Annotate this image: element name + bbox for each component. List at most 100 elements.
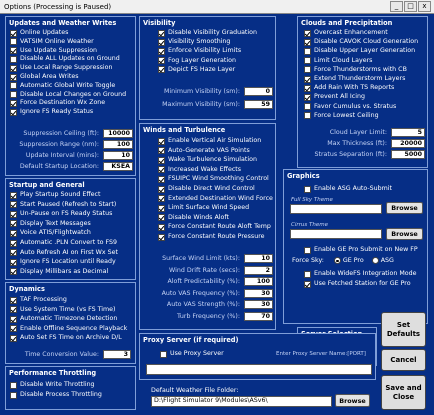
checkbox-box[interactable] — [304, 75, 311, 83]
use-system-time-vs-fs-time-checkbox[interactable]: Use System Time (vs FS Time) — [10, 306, 116, 314]
maximum-visibility-sm-input[interactable]: 59 — [244, 100, 273, 109]
voice-atis-flightwatch-checkbox[interactable]: Voice ATIS/Flightwatch — [10, 229, 91, 237]
enable-vertical-air-simulation-checkbox[interactable]: Enable Vertical Air Simulation — [158, 137, 261, 145]
un-pause-on-fs-ready-status-checkbox[interactable]: Un-Pause on FS Ready Status — [10, 210, 112, 218]
disable-write-throttling-checkbox[interactable]: Disable Write Throttling — [10, 381, 95, 389]
checkbox-box[interactable] — [158, 166, 165, 174]
checkbox-box[interactable] — [10, 55, 17, 63]
disable-direct-wind-control-checkbox[interactable]: Disable Direct Wind Control — [158, 185, 255, 193]
increased-wake-effects-checkbox[interactable]: Increased Wake Effects — [158, 166, 241, 174]
global-area-writes-checkbox[interactable]: Global Area Writes — [10, 73, 79, 81]
enable-offline-sequence-playback-checkbox[interactable]: Enable Offline Sequence Playback — [10, 325, 127, 333]
widefs-checkbox[interactable]: Enable WideFS Integration Mode — [304, 270, 417, 278]
suppression-ceiling-ft-input[interactable]: 10000 — [103, 129, 133, 138]
cirrus-theme-input[interactable] — [290, 229, 382, 239]
disable-all-updates-on-ground-checkbox[interactable]: Disable ALL Updates on Ground — [10, 55, 120, 63]
checkbox-box[interactable] — [10, 108, 17, 116]
checkbox-box[interactable] — [158, 195, 165, 203]
cancel-button[interactable]: Cancel — [381, 349, 426, 371]
cirrus-browse-button[interactable]: Browse — [386, 228, 423, 240]
limit-surface-wind-speed-checkbox[interactable]: Limit Surface Wind Speed — [158, 204, 249, 212]
wake-turbulence-simulation-checkbox[interactable]: Wake Turbulence Simulation — [158, 156, 257, 164]
asg-radio[interactable] — [371, 257, 379, 264]
turb-frequency-input[interactable]: 70 — [244, 312, 273, 321]
auto-generate-vas-points-checkbox[interactable]: Auto-Generate VAS Points — [158, 147, 250, 155]
checkbox-box[interactable] — [10, 210, 17, 218]
widefs-checkbox-box[interactable] — [304, 270, 311, 278]
visibility-smoothing-checkbox[interactable]: Visibility Smoothing — [158, 38, 230, 46]
favor-cumulus-vs-stratus-checkbox[interactable]: Favor Cumulus vs. Stratus — [304, 103, 396, 111]
checkbox-box[interactable] — [158, 29, 165, 37]
maximize-button[interactable]: □ — [404, 1, 417, 12]
enforce-visibility-limits-checkbox[interactable]: Enforce Visibility Limits — [158, 47, 241, 55]
use-local-range-suppression-checkbox[interactable]: Use Local Range Suppression — [10, 64, 113, 72]
checkbox-box[interactable] — [158, 47, 165, 55]
checkbox-box[interactable] — [10, 381, 17, 389]
checkbox-box[interactable] — [10, 268, 17, 276]
full-sky-theme-input[interactable] — [290, 204, 382, 214]
checkbox-box[interactable] — [158, 214, 165, 222]
extend-thunderstorm-layers-checkbox[interactable]: Extend Thunderstorm Layers — [304, 75, 405, 83]
force-constant-route-aloft-temp-checkbox[interactable]: Force Constant Route Aloft Temp — [158, 223, 271, 231]
checkbox-box[interactable] — [158, 38, 165, 46]
fetched-station-checkbox-box[interactable] — [304, 280, 311, 288]
extended-destination-wind-force-checkbox[interactable]: Extended Destination Wind Force — [158, 195, 273, 203]
checkbox-box[interactable] — [158, 66, 165, 74]
checkbox-box[interactable] — [10, 91, 17, 99]
ignore-fs-ready-status-checkbox[interactable]: Ignore FS Ready Status — [10, 108, 93, 116]
play-startup-sound-effect-checkbox[interactable]: Play Startup Sound Effect — [10, 191, 100, 199]
checkbox-box[interactable] — [10, 296, 17, 304]
weather-folder-input[interactable]: D:\Flight Simulator 9\Modules\ASv6\ — [151, 396, 332, 407]
checkbox-box[interactable] — [10, 99, 17, 107]
checkbox-box[interactable] — [158, 57, 165, 65]
asg-auto-submit-checkbox[interactable]: Enable ASG Auto-Submit — [304, 185, 392, 193]
ge-pro-checkbox-box[interactable] — [304, 246, 311, 254]
aloft-predictability-input[interactable]: 100 — [244, 277, 273, 287]
automatic-global-write-toggle-checkbox[interactable]: Automatic Global Write Toggle — [10, 82, 115, 90]
checkbox-box[interactable] — [304, 47, 311, 55]
minimum-visibility-sm-input[interactable]: 0 — [244, 87, 273, 96]
ignore-fs-location-until-ready-checkbox[interactable]: Ignore FS Location until Ready — [10, 258, 116, 266]
checkbox-box[interactable] — [10, 220, 17, 228]
prevent-all-icing-checkbox[interactable]: Prevent All Icing — [304, 93, 365, 101]
ge-pro-submit-checkbox[interactable]: Enable GE Pro Submit on New FP — [304, 246, 418, 254]
ge-pro-radio[interactable] — [333, 257, 341, 264]
close-button[interactable]: x — [418, 1, 431, 12]
checkbox-box[interactable] — [10, 239, 17, 247]
force-constant-route-pressure-checkbox[interactable]: Force Constant Route Pressure — [158, 233, 265, 241]
checkbox-box[interactable] — [304, 84, 311, 92]
wind-drift-rate-secs-input[interactable]: 2 — [244, 265, 273, 275]
disable-upper-layer-generation-checkbox[interactable]: Disable Upper Layer Generation — [304, 47, 415, 55]
checkbox-box[interactable] — [10, 64, 17, 72]
checkbox-box[interactable] — [10, 334, 17, 342]
checkbox-box[interactable] — [304, 93, 311, 101]
automatic-pln-convert-to-fs9-checkbox[interactable]: Automatic .PLN Convert to FS9 — [10, 239, 117, 247]
checkbox-box[interactable] — [304, 103, 311, 111]
checkbox-box[interactable] — [10, 29, 17, 37]
checkbox-box[interactable] — [10, 325, 17, 333]
checkbox-box[interactable] — [10, 306, 17, 314]
checkbox-box[interactable] — [158, 204, 165, 212]
auto-vas-frequency-input[interactable]: 30 — [244, 288, 273, 298]
disable-visibility-graduation-checkbox[interactable]: Disable Visibility Graduation — [158, 29, 257, 37]
asg-checkbox-box[interactable] — [304, 185, 311, 193]
checkbox-box[interactable] — [10, 315, 17, 323]
checkbox-box[interactable] — [158, 137, 165, 145]
stratus-separation-ft-input[interactable]: 5000 — [391, 150, 425, 159]
taf-processing-checkbox[interactable]: TAF Processing — [10, 296, 67, 304]
checkbox-box[interactable] — [158, 147, 165, 155]
checkbox-box[interactable] — [10, 191, 17, 199]
checkbox-box[interactable] — [10, 73, 17, 81]
fetched-station-checkbox[interactable]: Use Fetched Station for GE Pro — [304, 280, 411, 288]
proxy-server-input[interactable] — [146, 364, 372, 375]
disable-process-throttling-checkbox[interactable]: Disable Process Throttling — [10, 391, 102, 399]
checkbox-box[interactable] — [158, 223, 165, 231]
default-startup-location-input[interactable]: KSEA — [103, 162, 133, 171]
checkbox-box[interactable] — [158, 156, 165, 164]
automatic-timezone-detection-checkbox[interactable]: Automatic Timezone Detection — [10, 315, 117, 323]
weather-folder-browse-button[interactable]: Browse — [335, 394, 370, 407]
auto-refresh-ai-on-first-wx-set-checkbox[interactable]: Auto Refresh AI on First Wx Set — [10, 249, 118, 257]
max-thickness-ft-input[interactable]: 20000 — [391, 139, 425, 148]
start-paused-refresh-to-start-checkbox[interactable]: Start Paused (Refresh to Start) — [10, 201, 116, 209]
checkbox-box[interactable] — [10, 38, 17, 46]
